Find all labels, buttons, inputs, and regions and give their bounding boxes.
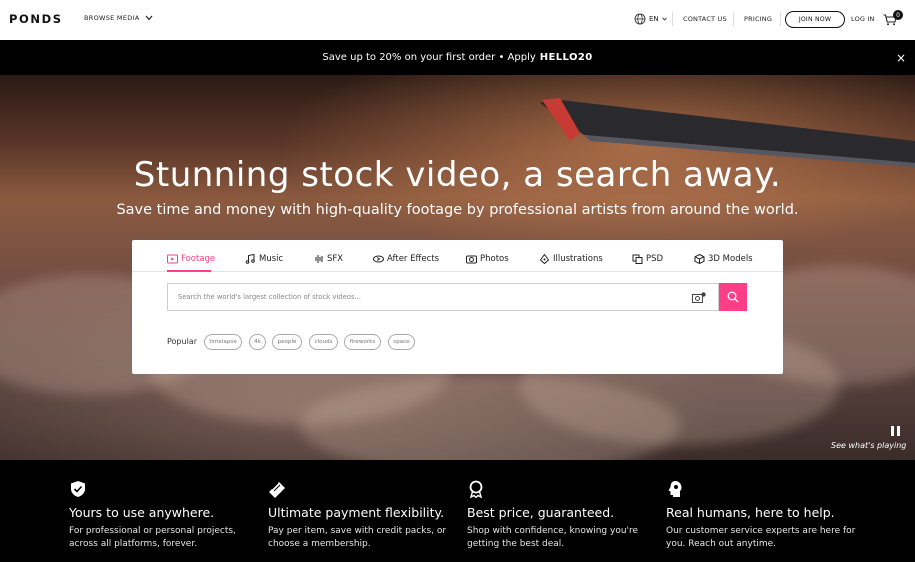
feature-item: Best price, guaranteed. Shop with confid… bbox=[467, 480, 657, 551]
popular-label: Popular bbox=[167, 337, 197, 346]
globe-icon bbox=[634, 13, 646, 25]
pause-icon[interactable] bbox=[891, 426, 901, 436]
tab-label: Footage bbox=[181, 254, 216, 264]
feature-text: Pay per item, save with credit packs, or… bbox=[268, 526, 447, 549]
search-box bbox=[167, 283, 719, 311]
tab-label: 3D Models bbox=[708, 254, 753, 264]
tab-label: Photos bbox=[480, 254, 509, 264]
popular-chip[interactable]: clouds bbox=[309, 334, 338, 350]
popular-chip[interactable]: fireworks bbox=[344, 334, 381, 350]
language-selector[interactable]: EN bbox=[634, 13, 667, 25]
browse-media-menu[interactable]: BROWSE MEDIA bbox=[84, 14, 153, 22]
pricing-link[interactable]: PRICING bbox=[744, 15, 772, 23]
feature-title: Ultimate payment flexibility. bbox=[268, 505, 445, 520]
cart-count-badge: 0 bbox=[893, 10, 903, 20]
visual-search-icon[interactable] bbox=[692, 292, 706, 303]
cube-icon bbox=[694, 254, 705, 264]
tab-label: PSD bbox=[646, 254, 664, 264]
tab-music[interactable]: Music bbox=[245, 254, 283, 264]
layers-icon bbox=[632, 254, 643, 264]
feature-title: Yours to use anywhere. bbox=[69, 505, 215, 520]
pen-nib-icon bbox=[539, 254, 550, 264]
feature-item: Ultimate payment flexibility. Pay per it… bbox=[268, 480, 458, 551]
tab-footage[interactable]: Footage bbox=[167, 254, 215, 264]
tab-label: After Effects bbox=[387, 254, 440, 264]
tab-psd[interactable]: PSD bbox=[632, 254, 663, 264]
award-ribbon-icon bbox=[469, 480, 483, 499]
see-whats-playing-link[interactable]: See what's playing bbox=[831, 441, 906, 450]
search-icon bbox=[727, 291, 739, 303]
header-divider bbox=[780, 12, 781, 26]
tab-illustrations[interactable]: Illustrations bbox=[539, 254, 603, 264]
close-icon[interactable]: × bbox=[896, 51, 906, 65]
film-icon bbox=[167, 254, 178, 264]
tab-sfx[interactable]: SFX bbox=[313, 254, 343, 264]
search-button[interactable] bbox=[719, 283, 747, 311]
feature-title: Real humans, here to help. bbox=[666, 505, 835, 520]
popular-chip[interactable]: people bbox=[272, 334, 302, 350]
camera-icon bbox=[466, 255, 477, 264]
promo-text: Save up to 20% on your first order • App… bbox=[322, 52, 536, 63]
tab-photos[interactable]: Photos bbox=[466, 254, 509, 264]
active-tab-indicator bbox=[167, 270, 211, 272]
language-label: EN bbox=[649, 15, 659, 23]
browse-media-label: BROWSE MEDIA bbox=[84, 14, 140, 22]
tab-label: Illustrations bbox=[553, 254, 603, 264]
media-type-tabs: Footage Music SFX After Effects Photos I… bbox=[132, 240, 783, 272]
feature-item: Yours to use anywhere. For professional … bbox=[69, 480, 259, 551]
feature-title: Best price, guaranteed. bbox=[467, 505, 615, 520]
sound-wave-icon bbox=[315, 255, 323, 263]
feature-text: Our customer service experts are here fo… bbox=[666, 526, 856, 549]
header-divider bbox=[733, 12, 734, 26]
hero-title: Stunning stock video, a search away. bbox=[133, 155, 782, 195]
hero-subtitle: Save time and money with high-quality fo… bbox=[116, 202, 799, 218]
popular-chip[interactable]: 4k bbox=[249, 334, 266, 350]
log-in-link[interactable]: LOG IN bbox=[851, 15, 875, 23]
feature-text: For professional or personal projects, a… bbox=[69, 526, 236, 549]
popular-chip[interactable]: space bbox=[388, 334, 415, 350]
feature-item: Real humans, here to help. Our customer … bbox=[666, 480, 856, 551]
feature-text: Shop with confidence, knowing you're get… bbox=[467, 526, 639, 549]
support-head-icon bbox=[668, 481, 682, 497]
tab-after-effects[interactable]: After Effects bbox=[373, 254, 439, 264]
search-input[interactable] bbox=[168, 284, 718, 310]
chevron-down-icon bbox=[661, 17, 667, 21]
site-header: PONDS BROWSE MEDIA EN CONTACT US PRICING… bbox=[0, 0, 915, 40]
contact-us-link[interactable]: CONTACT US bbox=[683, 15, 727, 23]
tab-label: SFX bbox=[327, 254, 344, 264]
credit-card-icon bbox=[269, 482, 285, 498]
tab-3d-models[interactable]: 3D Models bbox=[694, 254, 753, 264]
after-effects-icon bbox=[373, 255, 384, 263]
popular-chip[interactable]: timelapse bbox=[204, 334, 242, 350]
tab-label: Music bbox=[259, 254, 284, 264]
features-section: Yours to use anywhere. For professional … bbox=[0, 460, 915, 562]
ponds5-logo[interactable]: PONDS bbox=[9, 12, 63, 26]
promo-banner: Save up to 20% on your first order • App… bbox=[0, 40, 915, 75]
header-divider bbox=[672, 12, 673, 26]
search-card: Footage Music SFX After Effects Photos I… bbox=[132, 240, 783, 374]
join-now-button[interactable]: JOIN NOW bbox=[785, 11, 845, 28]
shield-check-icon bbox=[71, 481, 85, 497]
music-note-icon bbox=[245, 254, 255, 264]
promo-code: HELLO20 bbox=[539, 52, 593, 63]
chevron-down-icon bbox=[145, 15, 152, 21]
